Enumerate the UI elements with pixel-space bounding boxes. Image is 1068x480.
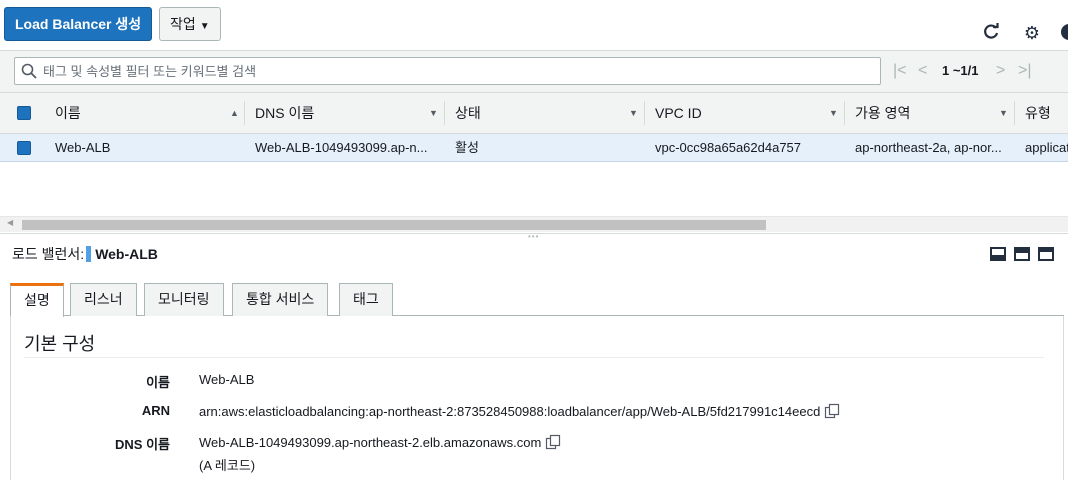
field-value-arn-row: arn:aws:elasticloadbalancing:ap-northeas… (199, 403, 840, 419)
layout-split-icon[interactable] (1014, 247, 1030, 261)
drag-handle-icon[interactable]: ••• (528, 232, 539, 241)
cell-dns: Web-ALB-1049493099.ap-n... (255, 140, 428, 155)
sort-down-icon[interactable]: ▼ (829, 93, 838, 133)
column-header-az[interactable]: 가용 영역 (855, 93, 995, 133)
pagination-text: 1 ~1/1 (942, 63, 979, 78)
tab-integrated-services[interactable]: 통합 서비스 (232, 283, 329, 316)
next-page-icon[interactable]: > (996, 61, 1005, 83)
cell-state: 활성 (455, 140, 479, 155)
copy-icon[interactable] (545, 434, 561, 450)
selection-indicator (86, 246, 92, 262)
column-divider[interactable] (1014, 101, 1015, 125)
detail-name: Web-ALB (95, 246, 158, 262)
detail-header: 로드 밸런서: Web-ALB (12, 244, 158, 264)
cell-name: Web-ALB (55, 140, 111, 155)
actions-dropdown-button[interactable]: 작업 ▼ (159, 7, 221, 41)
column-header-vpc[interactable]: VPC ID (655, 93, 825, 133)
section-title: 기본 구성 (24, 334, 96, 354)
column-header-type[interactable]: 유형 (1025, 93, 1068, 133)
detail-label: 로드 밸런서: (12, 246, 85, 262)
select-all-checkbox[interactable] (17, 106, 31, 120)
column-divider[interactable] (444, 101, 445, 125)
sort-down-icon[interactable]: ▼ (999, 93, 1008, 133)
detail-tabs: 설명 리스너 모니터링 통합 서비스 태그 (10, 283, 1064, 317)
field-value-arn: arn:aws:elasticloadbalancing:ap-northeas… (199, 404, 821, 419)
layout-full-icon[interactable] (1038, 247, 1054, 261)
search-box[interactable] (14, 57, 881, 85)
sort-down-icon[interactable]: ▼ (429, 93, 438, 133)
sort-ascending-icon[interactable]: ▲ (230, 93, 239, 133)
field-value-dns: Web-ALB-1049493099.ap-northeast-2.elb.am… (199, 435, 542, 450)
column-header-dns[interactable]: DNS 이름 (255, 93, 425, 133)
table-row[interactable]: Web-ALB Web-ALB-1049493099.ap-n... 활성 vp… (0, 134, 1068, 162)
toolbar: Load Balancer 생성 작업 ▼ ⚙ (0, 0, 1068, 50)
field-value-name: Web-ALB (199, 372, 255, 387)
detail-panel (10, 316, 1064, 480)
cell-type: applicat (1025, 140, 1068, 155)
layout-bottom-icon[interactable] (990, 247, 1006, 261)
field-note-dns: (A 레코드) (199, 458, 256, 473)
chevron-down-icon: ▼ (199, 21, 210, 32)
search-icon (21, 63, 37, 79)
scrollbar-thumb[interactable] (22, 220, 766, 230)
field-label-dns: DNS 이름 (115, 437, 170, 452)
column-divider[interactable] (244, 101, 245, 125)
column-header-state[interactable]: 상태 (455, 93, 625, 133)
tab-listeners[interactable]: 리스너 (70, 283, 137, 316)
filter-bar: |< < 1 ~1/1 > >| (0, 50, 1068, 92)
scroll-left-icon[interactable]: ◀ (7, 218, 13, 227)
cell-vpc: vpc-0cc98a65a62d4a757 (655, 140, 802, 155)
previous-page-icon[interactable]: < (918, 61, 927, 83)
help-icon[interactable] (1058, 22, 1068, 44)
gear-icon[interactable]: ⚙ (1021, 22, 1043, 44)
search-input[interactable] (43, 60, 863, 82)
tab-description[interactable]: 설명 (10, 283, 64, 317)
last-page-icon[interactable]: >| (1018, 61, 1032, 83)
copy-icon[interactable] (824, 403, 840, 419)
section-divider (24, 357, 1044, 358)
cell-az: ap-northeast-2a, ap-nor... (855, 140, 1002, 155)
horizontal-scrollbar[interactable]: ◀ (0, 216, 1068, 232)
table-header: 이름 ▲ DNS 이름 ▼ 상태 ▼ VPC ID ▼ 가용 영역 ▼ 유형 (0, 92, 1068, 134)
pane-splitter[interactable]: ••• (0, 232, 1068, 241)
create-load-balancer-button[interactable]: Load Balancer 생성 (4, 7, 153, 41)
row-checkbox[interactable] (17, 141, 31, 155)
sort-down-icon[interactable]: ▼ (629, 93, 638, 133)
column-divider[interactable] (844, 101, 845, 125)
tab-monitoring[interactable]: 모니터링 (144, 283, 224, 316)
refresh-icon[interactable] (980, 22, 1002, 44)
field-value-dns-row: Web-ALB-1049493099.ap-northeast-2.elb.am… (199, 434, 561, 450)
column-header-name[interactable]: 이름 (55, 93, 225, 133)
tab-tags[interactable]: 태그 (339, 283, 393, 316)
first-page-icon[interactable]: |< (893, 61, 907, 83)
field-label-arn: ARN (141, 403, 170, 418)
column-divider[interactable] (644, 101, 645, 125)
field-label-name: 이름 (146, 375, 170, 390)
actions-label: 작업 (170, 16, 196, 32)
